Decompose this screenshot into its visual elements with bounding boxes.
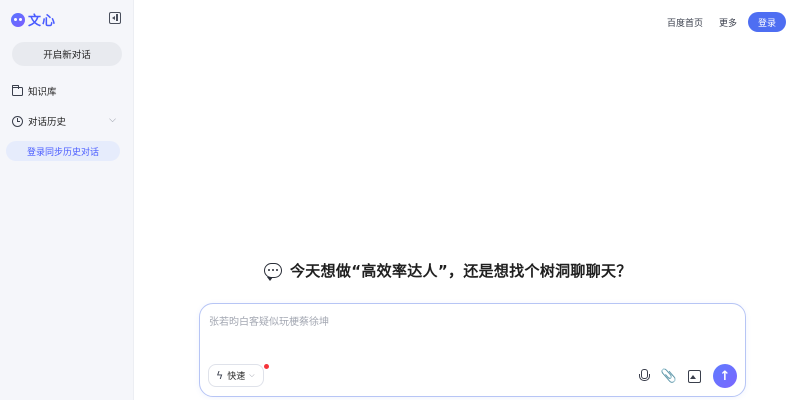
greeting: 今天想做“高效率达人”，还是想找个树洞聊聊天？	[264, 260, 632, 281]
chevron-down-icon: ⌵	[249, 371, 255, 379]
greeting-text: 今天想做“高效率达人”，还是想找个树洞聊聊天？	[290, 262, 632, 280]
folder-icon	[12, 84, 23, 96]
new-chat-button[interactable]: 开启新对话	[12, 42, 122, 66]
arrow-up-icon: ↑	[719, 368, 731, 384]
more-link[interactable]: 更多	[719, 16, 737, 29]
mode-selector[interactable]: ϟ 快速 ⌵	[208, 364, 264, 387]
paperclip-icon[interactable]: 📎	[661, 369, 677, 384]
sidebar: 文心 开启新对话 知识库 对话历史 ⌵ 登录同步历史对话	[0, 0, 134, 400]
brand[interactable]: 文心	[11, 10, 56, 29]
sidebar-collapse-icon[interactable]	[109, 12, 121, 24]
chat-input[interactable]	[209, 313, 729, 353]
sidebar-item-knowledge-base[interactable]: 知识库	[12, 84, 57, 98]
chat-composer: ϟ 快速 ⌵ 📎 ↑	[199, 303, 746, 397]
chevron-down-icon[interactable]: ⌵	[109, 115, 116, 125]
baidu-home-link[interactable]: 百度首页	[667, 16, 703, 29]
top-nav: 百度首页 更多 登录	[667, 12, 786, 32]
microphone-icon[interactable]	[637, 369, 651, 383]
wenxin-logo-icon	[11, 12, 25, 27]
login-sync-history-button[interactable]: 登录同步历史对话	[6, 141, 120, 161]
chat-bubble-icon	[264, 263, 282, 281]
sidebar-item-label: 对话历史	[28, 117, 67, 128]
notification-dot	[264, 364, 269, 369]
app-window: 文心 开启新对话 知识库 对话历史 ⌵ 登录同步历史对话 百度首页 更多 登录 …	[0, 0, 800, 400]
image-icon[interactable]	[687, 369, 701, 383]
bolt-icon: ϟ	[216, 369, 224, 382]
sidebar-item-label: 知识库	[28, 87, 57, 98]
brand-name: 文心	[28, 14, 57, 29]
clock-icon	[12, 115, 23, 127]
login-button[interactable]: 登录	[748, 12, 786, 32]
send-button[interactable]: ↑	[713, 364, 737, 388]
mode-label: 快速	[227, 372, 246, 382]
sidebar-item-history[interactable]: 对话历史 ⌵	[12, 114, 116, 128]
